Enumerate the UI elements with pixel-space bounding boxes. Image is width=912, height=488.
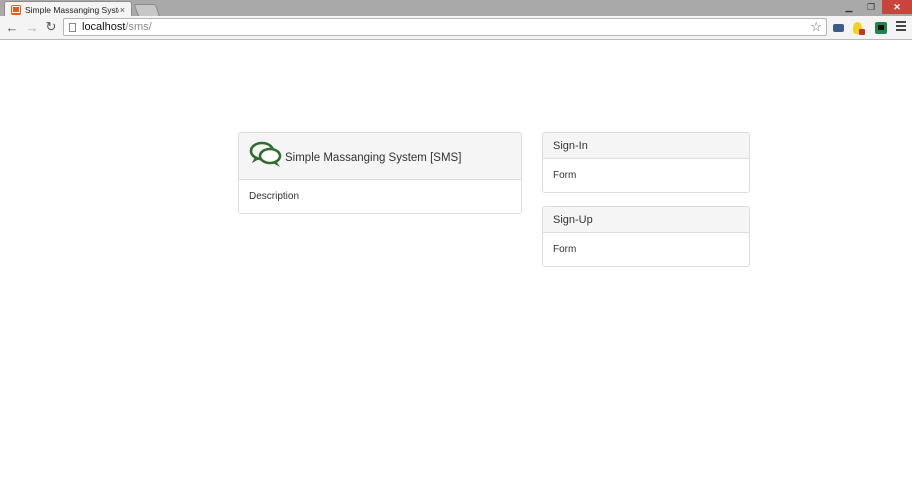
back-icon[interactable]: ← [4, 19, 20, 35]
camera-extension-icon[interactable] [832, 21, 845, 34]
signin-panel: Sign-In Form [542, 132, 750, 193]
reload-icon[interactable]: ↻ [43, 19, 59, 35]
bulb-extension-icon[interactable] [851, 21, 865, 35]
green-extension-icon[interactable] [874, 21, 887, 34]
maximize-icon[interactable]: ❐ [860, 0, 882, 14]
main-panel-body: Description [249, 191, 300, 202]
browser-menu-icon[interactable] [896, 20, 906, 32]
signin-form[interactable]: Form [543, 159, 749, 192]
page-icon [69, 22, 76, 32]
signup-panel: Sign-Up Form [542, 206, 750, 267]
minimize-icon[interactable]: ▁ [838, 0, 860, 14]
url-path: /sms/ [125, 21, 152, 33]
browser-tab[interactable]: Simple Massanging Syster × [4, 1, 132, 17]
tab-favicon-icon [11, 4, 21, 15]
tab-title: Simple Massanging Syster [25, 4, 119, 15]
main-panel-title: Simple Massanging System [SMS] [285, 152, 462, 164]
signin-panel-heading: Sign-In [543, 133, 749, 159]
address-bar[interactable]: localhost /sms/ ☆ [63, 18, 827, 36]
tab-close-icon[interactable]: × [120, 5, 125, 15]
browser-toolbar: ← → ↻ localhost /sms/ ☆ [0, 16, 912, 40]
window-controls: ▁ ❐ ✕ [838, 0, 912, 14]
signup-panel-heading: Sign-Up [543, 207, 749, 233]
main-panel-heading: Simple Massanging System [SMS] [239, 133, 521, 180]
url-host: localhost [82, 21, 126, 33]
signup-form[interactable]: Form [543, 233, 749, 266]
browser-tabstrip: Simple Massanging Syster × ▁ ❐ ✕ [0, 0, 912, 17]
main-panel: Simple Massanging System [SMS] Descripti… [238, 132, 522, 214]
bookmark-star-icon[interactable]: ☆ [810, 19, 822, 35]
forward-icon[interactable]: → [24, 19, 40, 35]
chat-bubbles-icon [249, 141, 282, 167]
close-window-icon[interactable]: ✕ [882, 0, 912, 14]
